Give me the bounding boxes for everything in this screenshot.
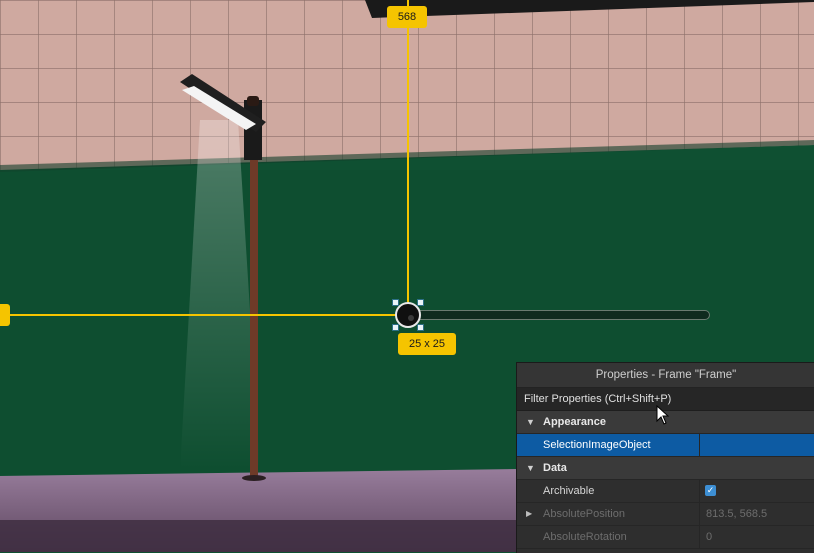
property-value[interactable]: ✓ xyxy=(699,480,814,502)
property-value[interactable] xyxy=(699,434,814,456)
collapse-triangle-icon[interactable]: ▼ xyxy=(526,411,535,433)
selection-corner-handle[interactable] xyxy=(392,324,399,331)
property-name: AbsoluteRotation xyxy=(543,531,627,543)
size-label: 25 x 25 xyxy=(398,333,456,355)
property-name: SelectionImageObject xyxy=(543,439,651,451)
section-label: Data xyxy=(543,462,567,474)
selection-corner-handle[interactable] xyxy=(417,324,424,331)
expand-triangle-icon[interactable]: ▶ xyxy=(526,503,532,525)
property-row-absoluteposition[interactable]: ▶ AbsolutePosition 813.5, 568.5 xyxy=(517,503,814,526)
section-data[interactable]: ▼ Data xyxy=(517,457,814,480)
property-row-selectionimageobject[interactable]: SelectionImageObject xyxy=(517,434,814,457)
selection-corner-handle[interactable] xyxy=(417,299,424,306)
property-name: AbsolutePosition xyxy=(543,508,625,520)
archivable-checkbox[interactable]: ✓ xyxy=(705,485,716,496)
property-value: 0 xyxy=(699,526,814,548)
mouse-pointer-icon xyxy=(656,405,670,425)
properties-panel: Properties - Frame "Frame" Filter Proper… xyxy=(516,362,814,553)
collapse-triangle-icon[interactable]: ▼ xyxy=(526,457,535,479)
section-label: Appearance xyxy=(543,416,606,428)
property-name: Archivable xyxy=(543,485,595,497)
slider-handle[interactable] xyxy=(392,299,424,331)
knob-center xyxy=(408,315,414,321)
property-row-archivable[interactable]: Archivable ✓ xyxy=(517,480,814,503)
vertical-guide-line xyxy=(407,0,409,315)
y-offset-label: 568 xyxy=(387,6,427,28)
checkmark-icon: ✓ xyxy=(706,485,715,495)
property-value: 813.5, 568.5 xyxy=(699,503,814,525)
selection-corner-handle[interactable] xyxy=(392,299,399,306)
x-offset-label xyxy=(0,304,10,326)
slider-track[interactable] xyxy=(408,310,710,320)
properties-title: Properties - Frame "Frame" xyxy=(517,363,814,388)
horizontal-guide-line xyxy=(0,314,408,316)
property-row-absoluterotation[interactable]: AbsoluteRotation 0 xyxy=(517,526,814,549)
